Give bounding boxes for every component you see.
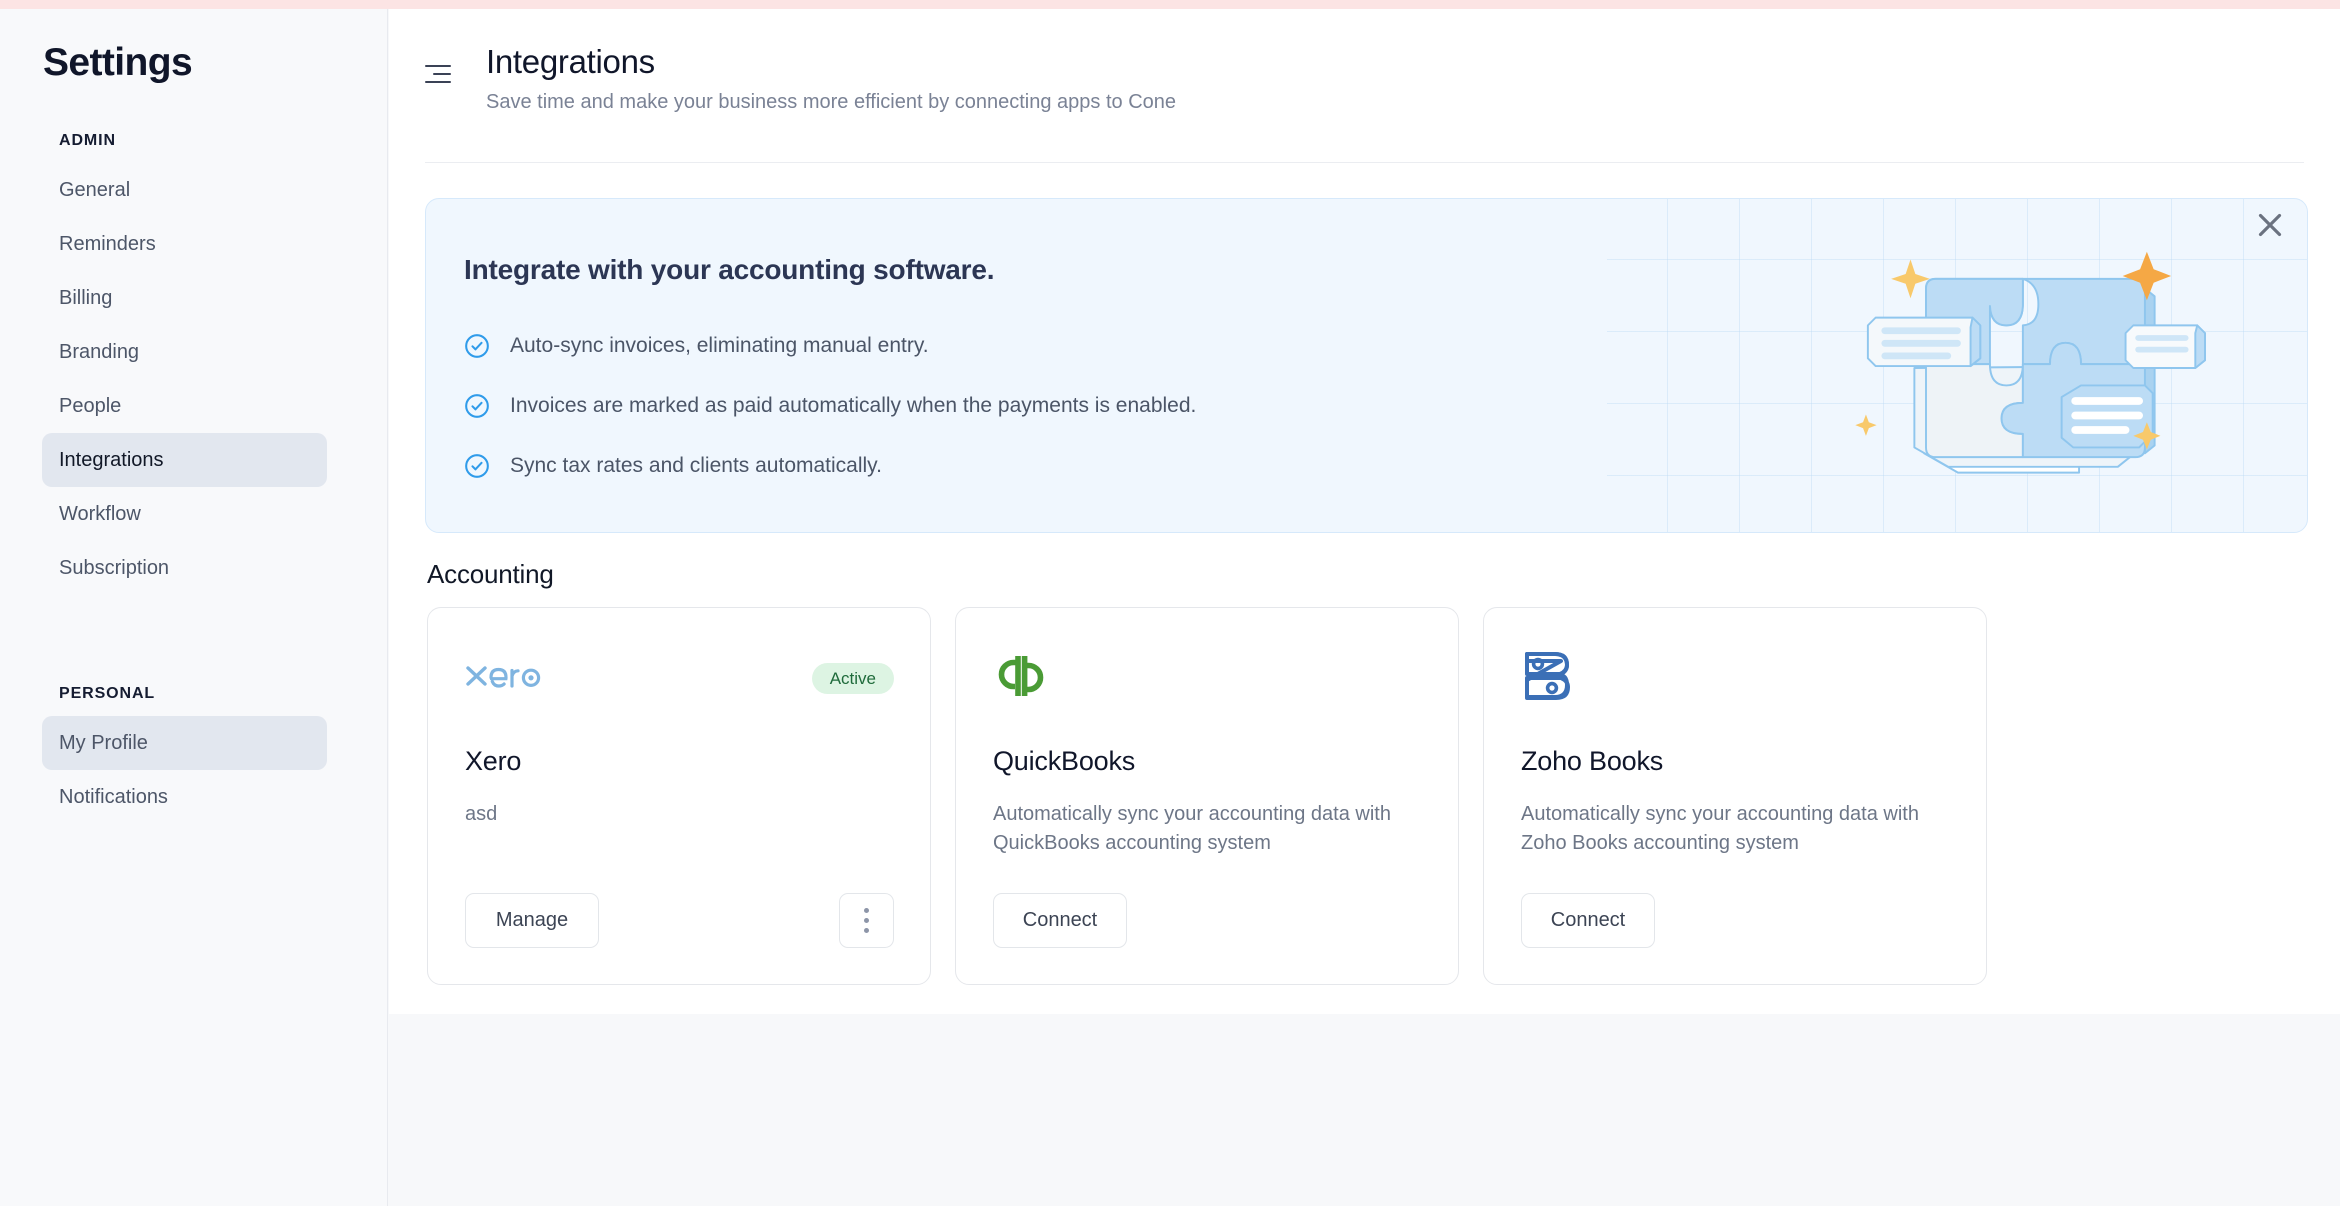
more-vertical-icon[interactable] bbox=[839, 893, 894, 948]
sidebar-title: Settings bbox=[43, 41, 193, 84]
banner-benefit-list: Auto-sync invoices, eliminating manual e… bbox=[464, 316, 1196, 496]
top-accent-strip bbox=[0, 0, 2340, 9]
hamburger-icon[interactable] bbox=[425, 65, 451, 83]
page-subtitle: Save time and make your business more ef… bbox=[486, 91, 1177, 113]
sidebar-item-people[interactable]: People bbox=[42, 379, 327, 433]
settings-sidebar: Settings ADMIN General Reminders Billing… bbox=[0, 9, 388, 1206]
sidebar-item-my-profile[interactable]: My Profile bbox=[42, 716, 327, 770]
card-description-zoho-books: Automatically sync your accounting data … bbox=[1521, 803, 1919, 854]
banner-benefit-item: Sync tax rates and clients automatically… bbox=[464, 436, 1196, 496]
manage-button-xero[interactable]: Manage bbox=[465, 893, 599, 948]
card-description-xero: asd bbox=[465, 803, 498, 825]
integration-card-zoho-books: Zoho Books Automatically sync your accou… bbox=[1483, 607, 1987, 985]
banner-title: Integrate with your accounting software. bbox=[464, 254, 995, 285]
banner-benefit-text: Invoices are marked as paid automaticall… bbox=[510, 394, 1197, 417]
xero-logo-glyph bbox=[466, 666, 541, 688]
zoho-books-logo bbox=[1521, 648, 1575, 704]
quickbooks-logo bbox=[993, 648, 1049, 704]
card-title-quickbooks: QuickBooks bbox=[993, 746, 1136, 776]
card-title-zoho-books: Zoho Books bbox=[1521, 746, 1664, 776]
section-title-accounting: Accounting bbox=[427, 559, 554, 589]
main-content-panel: Integrations Save time and make your bus… bbox=[389, 9, 2340, 1014]
sidebar-item-billing[interactable]: Billing bbox=[42, 271, 327, 325]
zoho-books-logo-glyph bbox=[1525, 652, 1570, 700]
status-badge-active: Active bbox=[811, 663, 894, 694]
check-circle-icon bbox=[465, 334, 489, 358]
sidebar-item-integrations[interactable]: Integrations bbox=[42, 433, 327, 487]
header-divider bbox=[425, 162, 2304, 163]
sidebar-group-personal: PERSONAL My Profile Notifications bbox=[0, 685, 388, 824]
sidebar-group-label-admin: ADMIN bbox=[59, 132, 116, 149]
sidebar-item-general[interactable]: General bbox=[42, 163, 327, 217]
integration-cards-row: Active Xero asd Manage QuickBooks Automa… bbox=[427, 607, 1987, 985]
check-circle-icon bbox=[465, 394, 489, 418]
banner-benefit-text: Sync tax rates and clients automatically… bbox=[510, 454, 882, 477]
banner-benefit-item: Invoices are marked as paid automaticall… bbox=[464, 376, 1196, 436]
card-title-xero: Xero bbox=[465, 746, 522, 776]
sidebar-item-notifications[interactable]: Notifications bbox=[42, 770, 327, 824]
card-description-quickbooks: Automatically sync your accounting data … bbox=[993, 803, 1391, 854]
settings-integrations-page: Settings ADMIN General Reminders Billing… bbox=[0, 0, 2340, 1206]
sidebar-group-label-personal: PERSONAL bbox=[59, 685, 156, 702]
connect-button-quickbooks[interactable]: Connect bbox=[993, 893, 1127, 948]
sidebar-item-subscription[interactable]: Subscription bbox=[42, 541, 327, 595]
sidebar-item-reminders[interactable]: Reminders bbox=[42, 217, 327, 271]
xero-wordmark bbox=[465, 659, 549, 693]
banner-benefit-item: Auto-sync invoices, eliminating manual e… bbox=[464, 316, 1196, 376]
close-icon[interactable] bbox=[2251, 206, 2289, 244]
puzzle-integration-illustration bbox=[1855, 251, 2206, 474]
connect-button-zoho-books[interactable]: Connect bbox=[1521, 893, 1655, 948]
integration-promo-banner: Integrate with your accounting software.… bbox=[425, 198, 2308, 533]
xero-logo bbox=[465, 648, 549, 704]
sidebar-item-branding[interactable]: Branding bbox=[42, 325, 327, 379]
page-title: Integrations bbox=[486, 43, 655, 80]
sidebar-item-workflow[interactable]: Workflow bbox=[42, 487, 327, 541]
integration-card-xero: Active Xero asd Manage bbox=[427, 607, 931, 985]
check-circle-icon bbox=[465, 454, 489, 478]
quickbooks-logo-glyph bbox=[998, 656, 1044, 696]
banner-benefit-text: Auto-sync invoices, eliminating manual e… bbox=[510, 334, 929, 357]
integration-card-quickbooks: QuickBooks Automatically sync your accou… bbox=[955, 607, 1459, 985]
sidebar-group-admin: ADMIN General Reminders Billing Branding… bbox=[0, 132, 388, 595]
